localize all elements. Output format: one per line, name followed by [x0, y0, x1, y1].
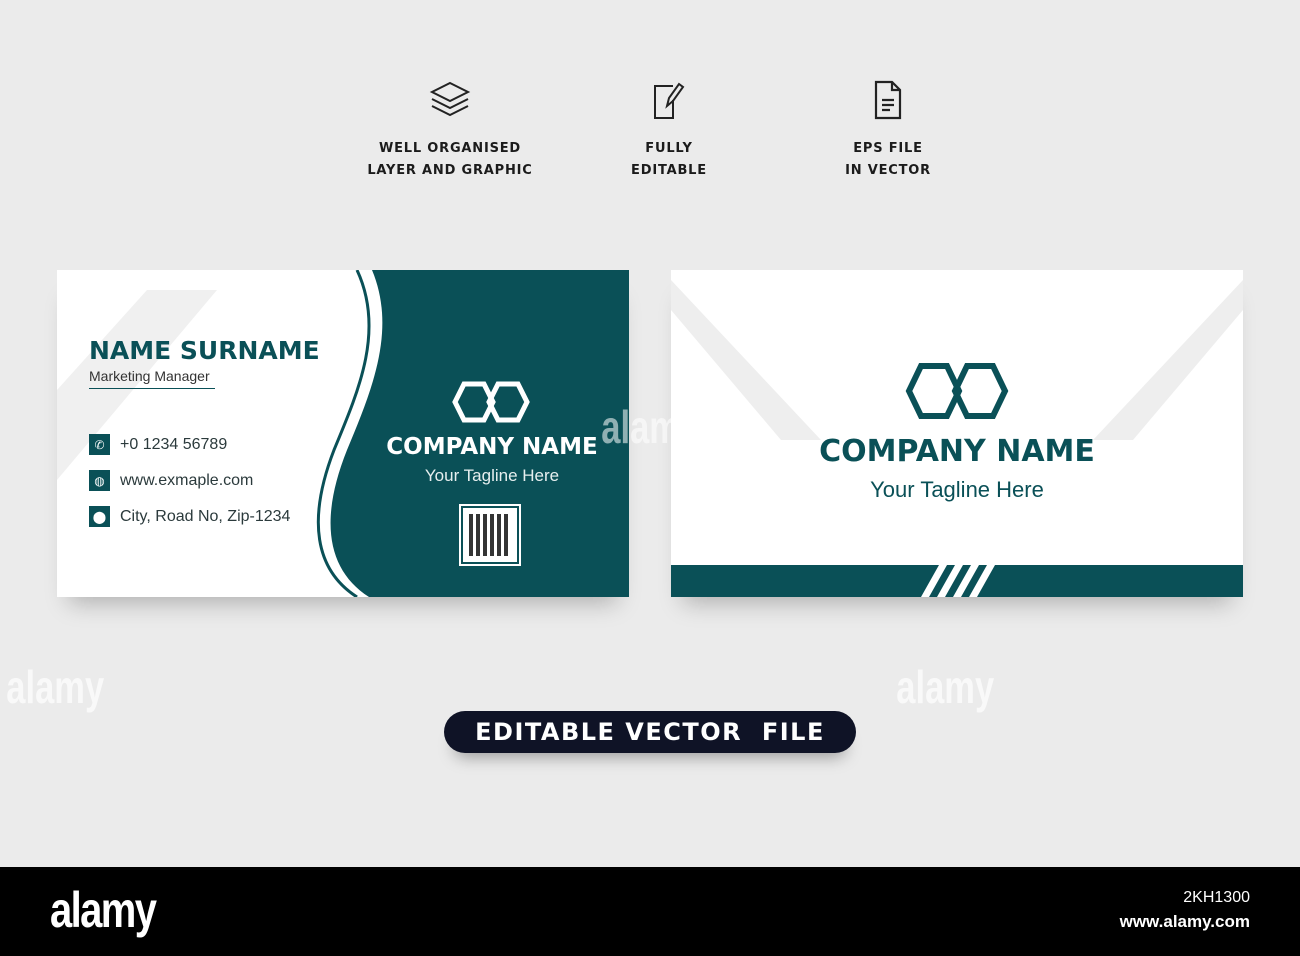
- image-id: 2KH1300: [1183, 889, 1250, 906]
- alamy-logo: alamy: [50, 882, 157, 938]
- company-name: COMPANY NAME: [819, 434, 1095, 469]
- feature-editable: FULLY EDITABLE: [559, 80, 779, 182]
- contact-website: ◍ www.exmaple.com: [89, 463, 290, 499]
- phone-icon: ✆: [89, 434, 110, 456]
- company-logo-icon: [905, 363, 1009, 419]
- document-icon: [874, 80, 902, 120]
- location-pin-icon: ⬤: [89, 506, 110, 528]
- layers-icon: [429, 81, 471, 117]
- qr-code: [459, 504, 521, 566]
- alamy-url[interactable]: www.alamy.com: [1120, 912, 1250, 932]
- globe-icon: ◍: [89, 470, 110, 492]
- company-tagline: Your Tagline Here: [424, 466, 560, 485]
- company-logo-icon: [452, 381, 530, 423]
- contact-address: ⬤ City, Road No, Zip-1234: [89, 499, 290, 535]
- feature-layers: WELL ORGANISED LAYER AND GRAPHIC: [340, 80, 560, 182]
- footer-bar: alamy 2KH1300 www.alamy.com: [0, 867, 1300, 956]
- contact-phone: ✆ +0 1234 56789: [89, 427, 290, 463]
- company-name: COMPANY NAME: [386, 434, 598, 460]
- feature-eps: EPS FILE IN VECTOR: [778, 80, 998, 182]
- job-title: Marketing Manager: [89, 368, 215, 389]
- person-name: NAME SURNAME: [89, 336, 320, 365]
- business-card-back: COMPANY NAME Your Tagline Here: [671, 270, 1243, 597]
- company-tagline: Your Tagline Here: [870, 477, 1044, 502]
- editable-vector-badge: EDITABLE VECTOR FILE: [444, 711, 856, 753]
- business-card-front: NAME SURNAME Marketing Manager ✆ +0 1234 …: [57, 270, 629, 597]
- contact-list: ✆ +0 1234 56789 ◍ www.exmaple.com ⬤ City, R…: [89, 427, 290, 535]
- edit-icon: [654, 82, 685, 119]
